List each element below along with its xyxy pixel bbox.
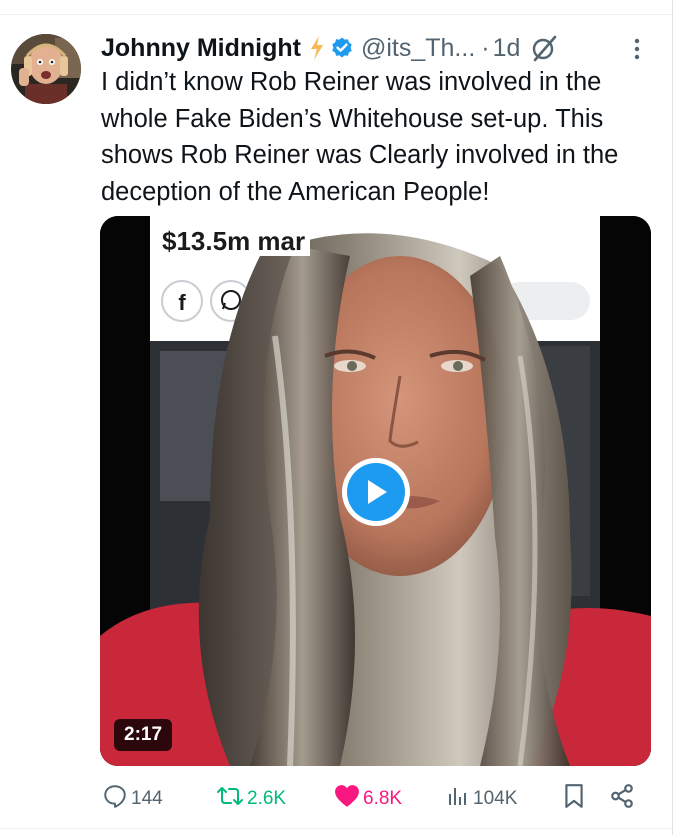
- svg-text:f: f: [178, 290, 186, 315]
- like-button[interactable]: 6.8K: [334, 784, 402, 814]
- tweet-timestamp[interactable]: 1d: [493, 34, 521, 63]
- reply-icon: [102, 783, 128, 815]
- more-options-icon[interactable]: [624, 36, 650, 62]
- play-icon: [347, 463, 405, 521]
- views-count: 104K: [473, 788, 518, 809]
- reply-button[interactable]: 144: [102, 784, 163, 814]
- right-divider: [672, 0, 673, 835]
- lightning-bolt-icon: [309, 35, 325, 61]
- repost-count: 2.6K: [247, 788, 287, 809]
- verified-badge-icon[interactable]: [330, 36, 354, 60]
- author-name[interactable]: Johnny Midnight: [101, 34, 301, 63]
- video-headline: $13.5m mar: [162, 226, 305, 256]
- views-icon: [446, 784, 470, 814]
- action-bar: 144 2.6K 6.8K 104K: [0, 784, 674, 814]
- video-duration: 2:17: [114, 719, 173, 751]
- like-count: 6.8K: [363, 788, 403, 809]
- separator-dot: ·: [481, 33, 490, 62]
- bookmark-button[interactable]: [563, 784, 585, 814]
- top-divider: [0, 14, 674, 15]
- heart-icon: [334, 784, 360, 814]
- bookmark-icon: [563, 783, 585, 815]
- tweet-text: I didn’t know Rob Reiner was involved in…: [101, 68, 619, 206]
- share-button[interactable]: [609, 784, 635, 814]
- reply-count: 144: [131, 788, 163, 809]
- play-button[interactable]: [342, 458, 410, 526]
- repost-button[interactable]: 2.6K: [216, 784, 286, 814]
- repost-icon: [216, 783, 244, 815]
- tweet-header: Johnny Midnight @its_Th... · 1d: [101, 30, 558, 66]
- avatar[interactable]: [11, 34, 81, 104]
- bottom-divider: [0, 828, 674, 829]
- share-icon: [609, 783, 635, 815]
- grok-slash-icon[interactable]: [530, 34, 558, 62]
- author-handle[interactable]: @its_Th...: [361, 34, 475, 63]
- views-button[interactable]: 104K: [446, 784, 517, 814]
